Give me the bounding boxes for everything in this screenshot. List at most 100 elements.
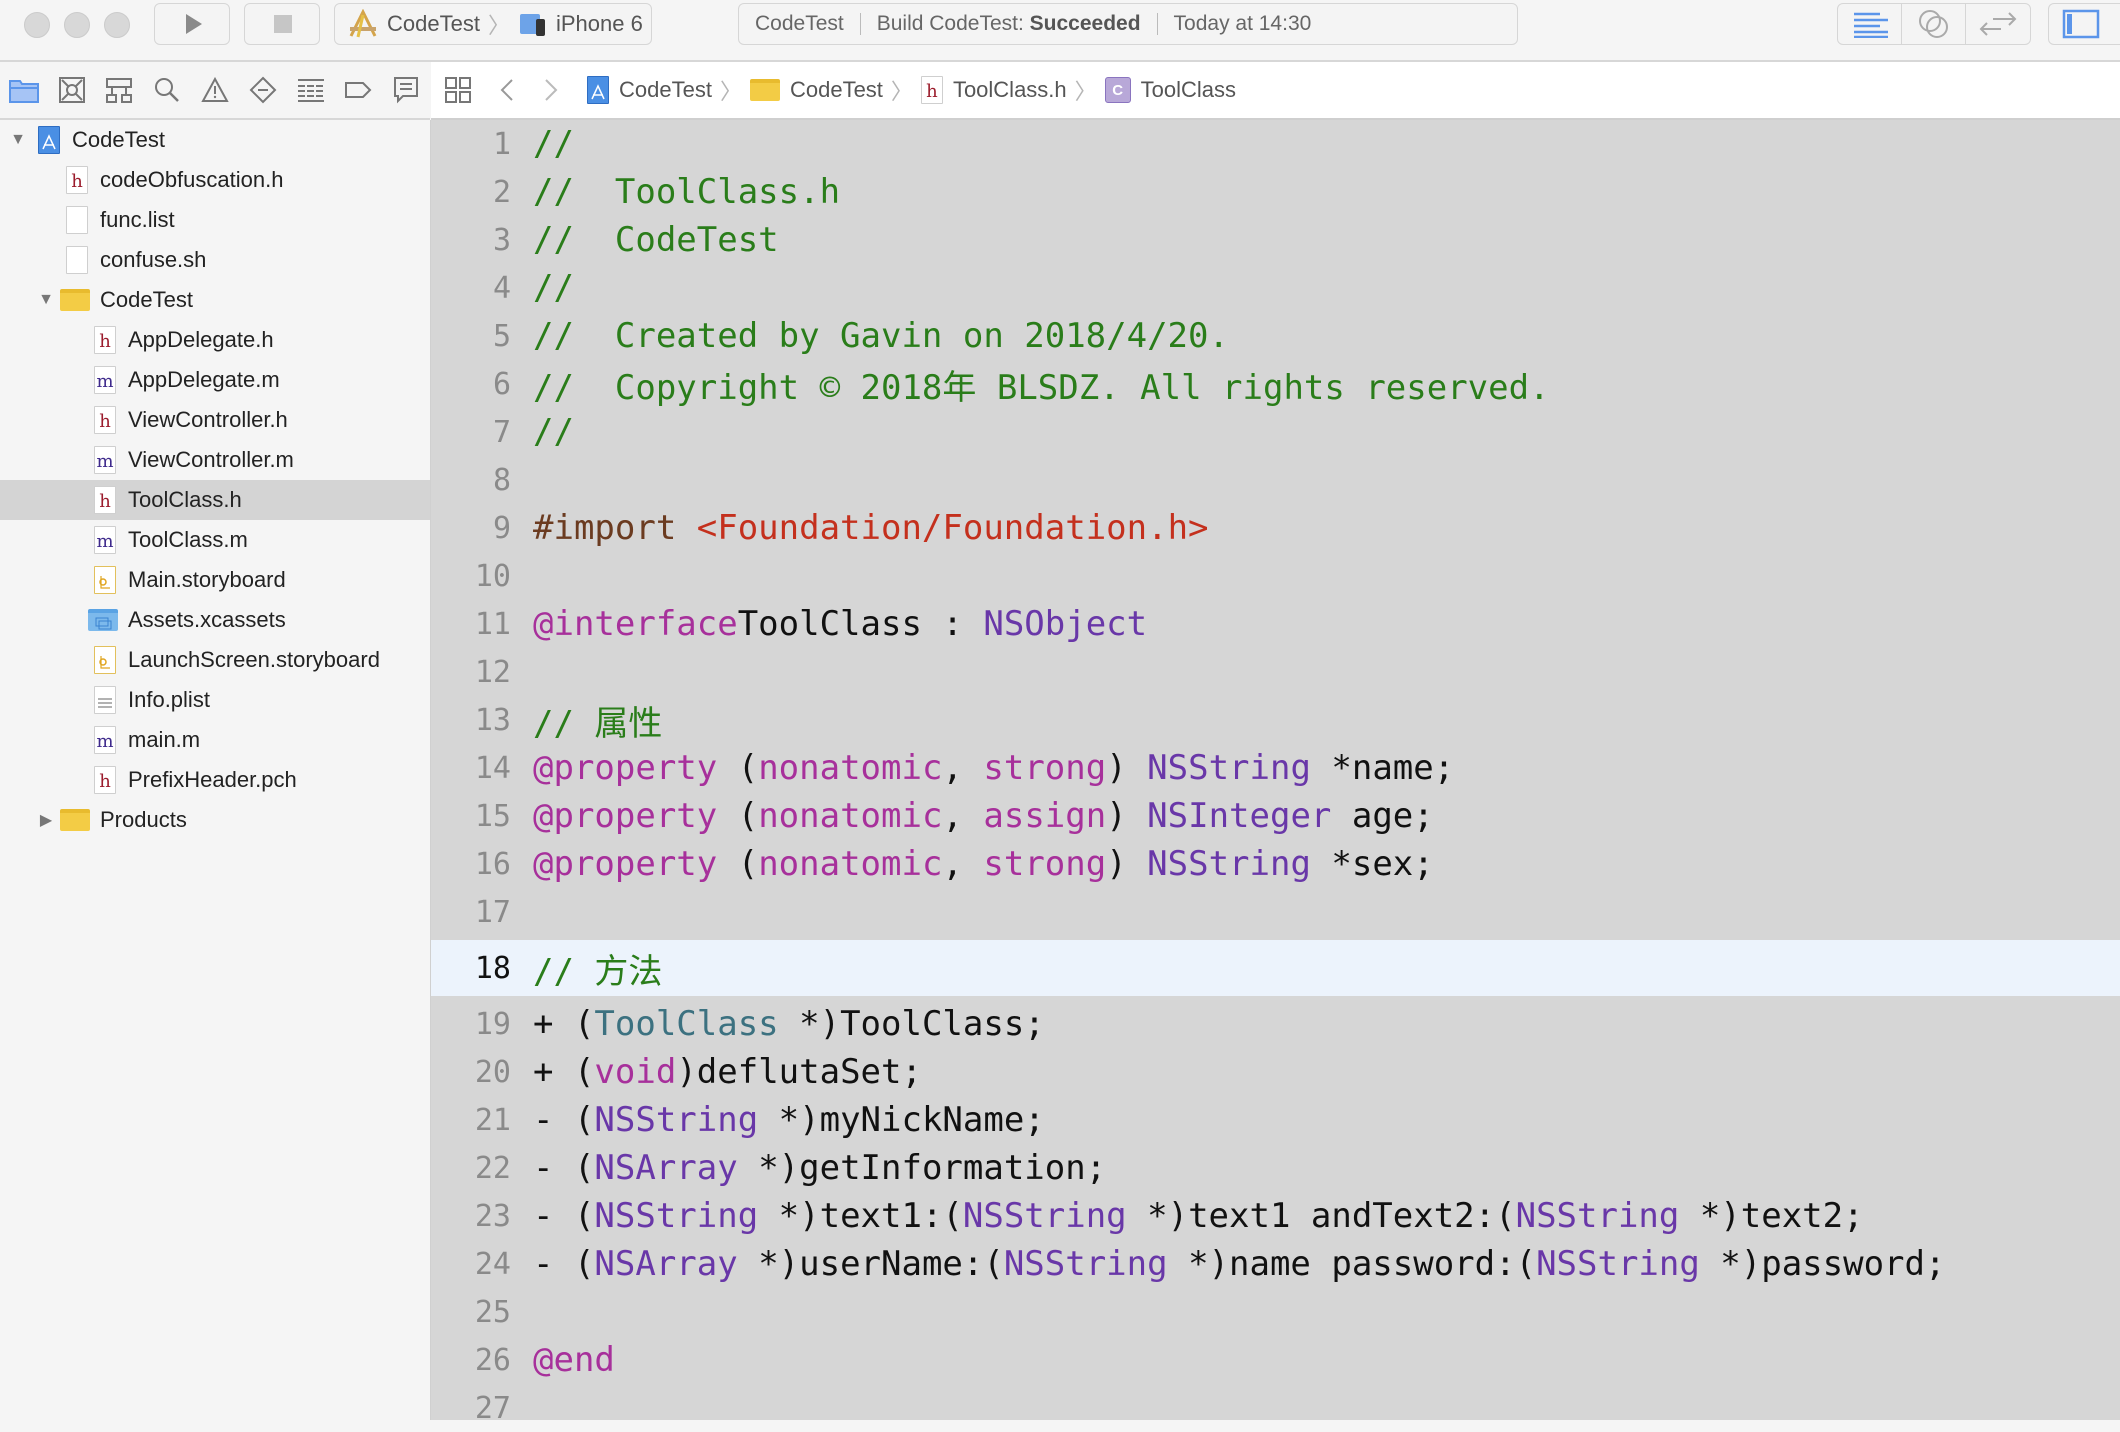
code-line[interactable]: 26 @end (431, 1336, 2120, 1384)
current-code-line[interactable]: 18 // 方法 (431, 940, 2120, 996)
close-window-button[interactable] (24, 12, 50, 38)
code-line[interactable]: 3 // CodeTest (431, 216, 2120, 264)
file-name: confuse.sh (100, 247, 207, 272)
line-number: 1 (492, 126, 511, 162)
file-tree-item[interactable]: confuse.sh (0, 240, 430, 280)
code-line[interactable]: 12 (431, 648, 2120, 696)
file-tree-item[interactable]: h ViewController.h (0, 400, 430, 440)
scheme-selector[interactable]: CodeTest 〉 iPhone 6 (334, 3, 652, 45)
code-line[interactable]: 11 @interfaceToolClass : NSObject (431, 600, 2120, 648)
code-line[interactable]: 24- (NSArray *)userName:(NSString *)name… (431, 1240, 2120, 1288)
code-line[interactable]: 21 - (NSString *)myNickName; (431, 1096, 2120, 1144)
code-line[interactable]: 16 @property (nonatomic, strong) NSString… (431, 840, 2120, 888)
run-button[interactable] (154, 3, 230, 45)
code-line[interactable]: 27 (431, 1384, 2120, 1432)
disclosure-collapsed-icon[interactable]: ▶ (36, 810, 56, 830)
file-name: PrefixHeader.pch (128, 767, 297, 792)
file-name: AppDelegate.m (128, 367, 280, 392)
file-name: Products (100, 807, 187, 832)
breadcrumb-item[interactable]: CodeTest (749, 77, 883, 103)
standard-editor-button[interactable] (1838, 4, 1902, 44)
code-token: @property (533, 844, 718, 884)
file-tree-item[interactable]: Main.storyboard (0, 560, 430, 600)
code-text: #import <Foundation/Foundation.h> (533, 508, 1209, 548)
disclosure-expanded-icon[interactable]: ▼ (36, 290, 56, 310)
code-token: NSString (962, 1196, 1127, 1236)
breadcrumb-label: CodeTest (789, 77, 883, 102)
code-token: - ( (533, 1100, 595, 1140)
code-line[interactable]: 4 // (431, 264, 2120, 312)
line-number: 13 (474, 702, 511, 738)
code-line[interactable]: 19 + (ToolClass *)ToolClass; (431, 1000, 2120, 1048)
status-time: Today at 14:30 (1173, 12, 1312, 35)
file-tree-item[interactable]: m AppDelegate.m (0, 360, 430, 400)
file-name: ViewController.h (128, 407, 288, 432)
file-tree-item[interactable]: h PrefixHeader.pch (0, 760, 430, 800)
code-token: *)text1 andText2:( (1126, 1196, 1516, 1236)
file-tree-item[interactable]: func.list (0, 200, 430, 240)
code-line[interactable]: 15 @property (nonatomic, assign) NSIntege… (431, 792, 2120, 840)
forward-button[interactable] (529, 78, 573, 102)
file-name: Assets.xcassets (128, 607, 286, 632)
toggle-navigator-button[interactable] (2049, 4, 2113, 44)
code-text: // CodeTest (533, 220, 779, 260)
find-navigator-tab[interactable] (143, 62, 191, 118)
source-control-navigator-tab[interactable] (48, 62, 96, 118)
test-navigator-tab[interactable] (239, 62, 287, 118)
speech-bubble-icon (394, 77, 419, 104)
related-items-button[interactable] (431, 77, 485, 103)
report-navigator-tab[interactable] (382, 62, 430, 118)
code-line[interactable]: 22 - (NSArray *)getInformation; (431, 1144, 2120, 1192)
file-tree-item[interactable]: LaunchScreen.storyboard (0, 640, 430, 680)
code-line[interactable]: 17 (431, 888, 2120, 936)
assistant-editor-button[interactable] (1902, 4, 1966, 44)
version-editor-button[interactable] (1966, 4, 2030, 44)
code-line[interactable]: 13 // 属性 (431, 696, 2120, 744)
source-control-icon (58, 77, 85, 103)
file-tree-item[interactable]: ▼ CodeTest (0, 120, 430, 160)
debug-navigator-tab[interactable] (287, 62, 335, 118)
back-button[interactable] (485, 78, 529, 102)
file-tree-item[interactable]: h AppDelegate.h (0, 320, 430, 360)
minimize-window-button[interactable] (64, 12, 90, 38)
file-tree-item[interactable]: h codeObfuscation.h (0, 160, 430, 200)
code-line[interactable]: 2 // ToolClass.h (431, 168, 2120, 216)
code-line[interactable]: 7 // (431, 408, 2120, 456)
file-tree-item[interactable]: Assets.xcassets (0, 600, 430, 640)
code-line[interactable]: 9 #import <Foundation/Foundation.h> (431, 504, 2120, 552)
symbol-navigator-tab[interactable] (96, 62, 144, 118)
breadcrumb-item[interactable]: C ToolClass (1104, 77, 1237, 103)
disclosure-expanded-icon[interactable]: ▼ (8, 130, 28, 150)
breadcrumb-item[interactable]: h ToolClass.h (920, 76, 1067, 104)
file-tree-item[interactable]: m ToolClass.m (0, 520, 430, 560)
file-tree-item[interactable]: ▶ Products (0, 800, 430, 840)
code-line[interactable]: 25 (431, 1288, 2120, 1336)
code-line[interactable]: 14 @property (nonatomic, strong) NSString… (431, 744, 2120, 792)
stop-button[interactable] (244, 3, 320, 45)
folder-icon (749, 79, 780, 101)
breadcrumb-label: ToolClass (1140, 77, 1237, 102)
code-line[interactable]: 23- (NSString *)text1:(NSString *)text1 … (431, 1192, 2120, 1240)
code-line[interactable]: 10 (431, 552, 2120, 600)
file-tree-item[interactable]: Info.plist (0, 680, 430, 720)
code-token: ToolClass (594, 1004, 779, 1044)
breakpoint-navigator-tab[interactable] (334, 62, 382, 118)
zoom-window-button[interactable] (104, 12, 130, 38)
code-line[interactable]: 6 // Copyright © 2018年 BLSDZ. All rights … (431, 360, 2120, 408)
file-tree-item[interactable]: ▼ CodeTest (0, 280, 430, 320)
code-text: @property (nonatomic, strong) NSString *… (533, 844, 1434, 884)
code-line[interactable]: 5 // Created by Gavin on 2018/4/20. (431, 312, 2120, 360)
code-line[interactable]: 1 // (431, 120, 2120, 168)
file-tree-item[interactable]: m main.m (0, 720, 430, 760)
code-line[interactable]: 20 + (void)deflutaSet; (431, 1048, 2120, 1096)
line-number: 9 (492, 510, 511, 546)
line-number: 21 (474, 1102, 511, 1138)
file-tree-item[interactable]: m ViewController.m (0, 440, 430, 480)
source-editor[interactable]: 1 // 2 // ToolClass.h 3 // CodeTest 4 // 5 // Cre… (431, 120, 2120, 1426)
breadcrumb-item[interactable]: CodeTest (587, 76, 712, 104)
file-tree-item[interactable]: h ToolClass.h (0, 480, 430, 520)
issue-navigator-tab[interactable] (191, 62, 239, 118)
code-line[interactable]: 8 (431, 456, 2120, 504)
project-navigator-tab[interactable] (0, 62, 48, 118)
code-text: - (NSString *)myNickName; (533, 1100, 1045, 1140)
